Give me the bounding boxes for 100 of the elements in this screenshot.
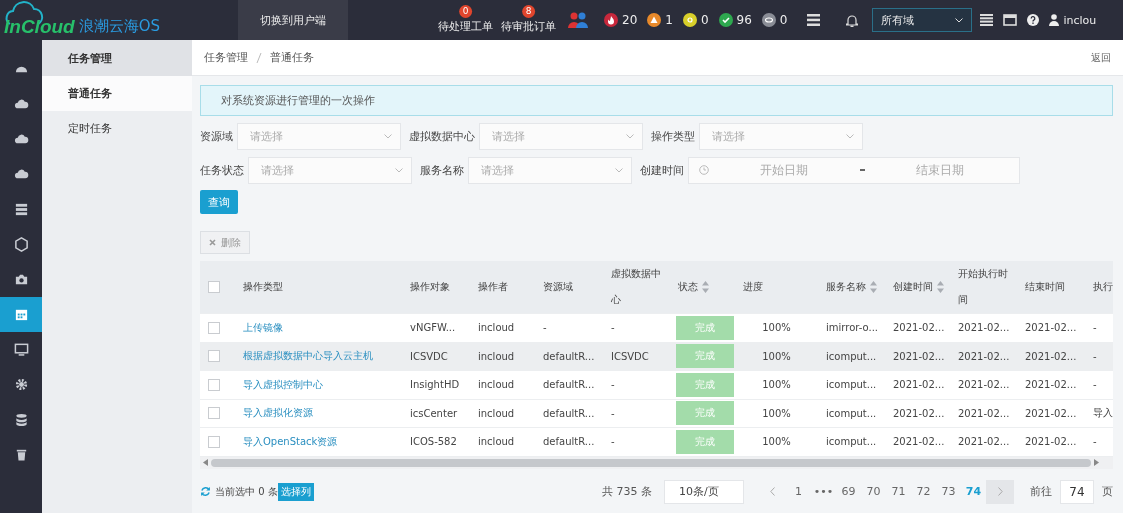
table-cell-text: 2021-02... (1024, 407, 1078, 419)
work-order-link[interactable]: 待处理工单 0 (438, 6, 493, 34)
table-cell-text: 2021-02... (1024, 350, 1078, 362)
page-button[interactable]: 72 (911, 479, 936, 504)
status-tag: 完成 (676, 344, 734, 369)
monitor-icon[interactable] (13, 342, 29, 357)
filter-label: 创建时间 (640, 162, 684, 178)
page-input[interactable]: 74 (1060, 479, 1094, 504)
row-checkbox[interactable] (208, 378, 220, 391)
back-link[interactable]: 返回 (1091, 50, 1111, 65)
list-icon[interactable] (980, 14, 994, 26)
page-button[interactable]: 69 (836, 479, 861, 504)
status-tag: 完成 (676, 429, 734, 454)
column-header: 操作类型 (243, 280, 283, 294)
table-cell-text: 100% (761, 436, 792, 448)
brand-name: InCloud (4, 16, 75, 38)
range-dash-icon (859, 169, 865, 171)
task-link[interactable]: 根据虚拟数据中心导入云主机 (235, 349, 402, 364)
alert-count: 0 (700, 13, 709, 27)
column-header: 结束时间 (1025, 280, 1065, 294)
page-button[interactable]: 73 (936, 479, 961, 504)
users-icon[interactable] (568, 11, 588, 29)
table-cell-text: - (542, 322, 548, 334)
breadcrumb-item[interactable]: 任务管理 (204, 50, 248, 65)
table-cell-text: imirror-o... (825, 322, 879, 334)
table-cell-text: - (610, 379, 616, 391)
table-row[interactable]: 导入虚拟化资源 icsCenter incloud defaultR... - 完成 100% icomput... 2021-02... 2021-02... 2021-02... 导入 (200, 399, 1113, 428)
table-cell-text: 2021-02... (1024, 436, 1078, 448)
table-cell-text: 2021-02... (892, 436, 946, 448)
column-header[interactable]: 状态 (678, 274, 698, 300)
breadcrumb-item: 普通任务 (270, 50, 314, 65)
switch-portal-button[interactable]: 切换到用户端 (238, 0, 348, 40)
camera-icon[interactable] (13, 272, 29, 287)
column-header[interactable]: 创建时间 (893, 274, 933, 300)
table-cell-text: incloud (477, 436, 516, 448)
work-order-link[interactable]: 待审批订单 8 (501, 6, 556, 34)
filter-label: 服务名称 (420, 162, 464, 178)
domain-select[interactable]: 所有域 (872, 8, 973, 32)
table-cell-text: 2021-02... (892, 350, 946, 362)
user-name[interactable]: inclou (1063, 13, 1097, 27)
help-icon[interactable] (1027, 14, 1040, 26)
page-size-select[interactable]: 10条/页 (664, 479, 744, 504)
table-cell-text: - (610, 407, 616, 419)
column-header: 操作者 (478, 280, 508, 294)
select-all-checkbox[interactable] (208, 281, 220, 293)
calendar-icon[interactable] (13, 307, 29, 322)
scroll-right-icon[interactable] (1094, 459, 1099, 466)
page-button[interactable]: 71 (886, 479, 911, 504)
status-tag: 完成 (676, 372, 734, 397)
task-link[interactable]: 导入虚拟控制中心 (235, 377, 402, 392)
column-header: 资源域 (543, 280, 573, 294)
scroll-left-icon[interactable] (203, 459, 208, 466)
table-cell-text: - (1092, 350, 1098, 362)
refresh-icon[interactable] (200, 486, 211, 497)
alert-count: 96 (736, 13, 752, 27)
task-link[interactable]: 导入虚拟化资源 (235, 406, 402, 421)
total-count: 共 735 条 (602, 484, 652, 499)
task-link[interactable]: 导入OpenStack资源 (235, 434, 402, 449)
column-header: 开始执行时间 (958, 267, 1009, 307)
clock-icon (699, 165, 709, 175)
info-banner: 对系统资源进行管理的一次操作 (200, 85, 1113, 116)
table-row[interactable]: 上传镜像 vNGFW... incloud - - 完成 100% imirror-o... 2021-02... 2021-02... 2021-02... - (200, 314, 1113, 343)
menu-item[interactable]: 普通任务 (42, 76, 192, 111)
filter-label: 操作类型 (651, 128, 695, 144)
user-icon[interactable] (1049, 14, 1060, 26)
sliders-icon[interactable] (807, 14, 821, 26)
task-link[interactable]: 上传镜像 (235, 320, 402, 335)
count-badge: 8 (521, 4, 536, 18)
column-header[interactable]: 服务名称 (826, 274, 866, 300)
row-checkbox[interactable] (208, 321, 220, 334)
page-button[interactable]: 74 (961, 479, 986, 504)
page-button[interactable]: 70 (861, 479, 886, 504)
settings-icon[interactable] (13, 377, 29, 392)
table-cell-text: defaultR... (542, 379, 596, 391)
table-cell-text: ICSVDC (610, 350, 650, 362)
row-checkbox[interactable] (208, 435, 220, 448)
table-cell-text: - (1092, 379, 1098, 391)
page-button[interactable]: ••• (811, 479, 836, 504)
bell-icon[interactable] (846, 13, 859, 27)
row-checkbox[interactable] (208, 407, 220, 420)
query-button[interactable]: 查询 (200, 190, 238, 214)
table-row[interactable]: 根据虚拟数据中心导入云主机 ICSVDC incloud defaultR... ICSVDC 完成 100% icomput... 2021-02... 2021-02... 2021-02... - (200, 342, 1113, 371)
table-cell-text: 100% (761, 322, 792, 334)
alert-count: 20 (622, 13, 638, 27)
cube-icon[interactable] (13, 237, 29, 252)
table-cell-text: 2021-02... (957, 407, 1011, 419)
table-cell-text: 导入 (1092, 406, 1113, 421)
choose-columns-button[interactable]: 选择列 (277, 482, 314, 501)
row-checkbox[interactable] (208, 350, 220, 363)
page-button[interactable]: 1 (786, 479, 811, 504)
goto-label: 前往 (1030, 484, 1052, 499)
column-header: 执行 (1093, 280, 1113, 294)
server-icon[interactable] (13, 202, 29, 217)
table-row[interactable]: 导入虚拟控制中心 InsightHD incloud defaultR... - 完成 100% icomput... 2021-02... 2021-02... 2021-02... - (200, 371, 1113, 400)
table-cell-text: 100% (761, 379, 792, 391)
table-row[interactable]: 导入OpenStack资源 ICOS-582 incloud defaultR... - 完成 100% icomput... 2021-02... 2021-02... 2021-02... - (200, 428, 1113, 457)
window-icon[interactable] (1003, 14, 1018, 26)
status-tag: 完成 (676, 315, 734, 340)
database-icon[interactable] (13, 412, 29, 427)
caret-icon (626, 133, 634, 139)
